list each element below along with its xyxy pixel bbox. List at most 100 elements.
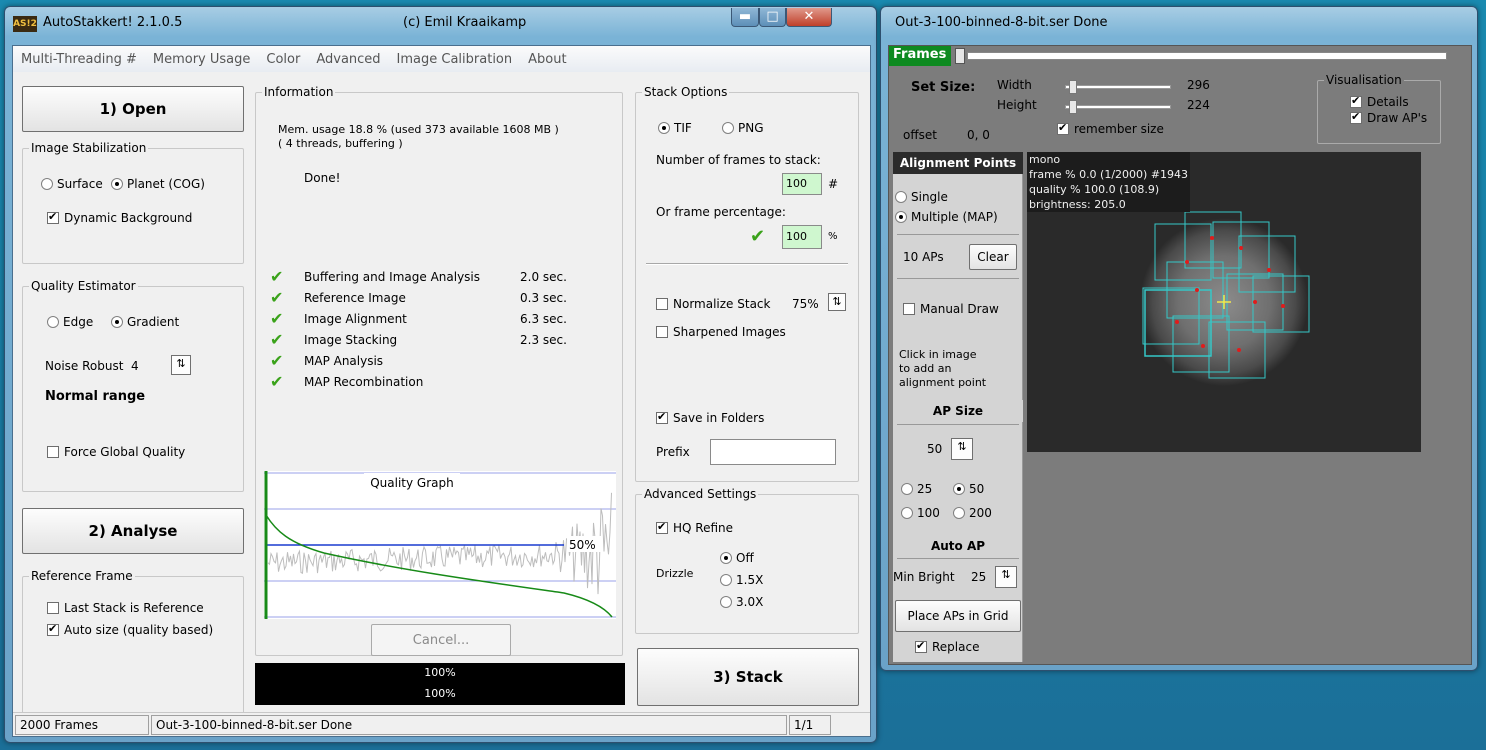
normalize-spinner-icon[interactable]: ⇅ xyxy=(828,293,846,311)
done-text: Done! xyxy=(304,171,341,185)
viewer-window: Out-3-100-binned-8-bit.ser Done Frames S… xyxy=(880,6,1478,671)
close-button[interactable]: ✕ xyxy=(786,8,832,27)
stack-button[interactable]: 3) Stack xyxy=(637,648,859,706)
information-label: Information xyxy=(262,85,336,99)
step-label: Buffering and Image Analysis xyxy=(304,270,481,284)
size-25-label: 25 xyxy=(917,482,933,496)
frame-image[interactable]: mono frame % 0.0 (1/2000) #1943 quality … xyxy=(1027,152,1421,452)
hq-refine-checkbox[interactable]: HQ Refine xyxy=(656,520,733,535)
save-folders-checkbox[interactable]: Save in Folders xyxy=(656,410,764,425)
memory-usage-text: Mem. usage 18.8 % (used 373 available 16… xyxy=(278,123,559,136)
progress-bottom: 100% xyxy=(424,687,456,700)
gradient-radio[interactable]: Gradient xyxy=(111,315,179,329)
normalize-checkbox[interactable]: Normalize Stack xyxy=(656,297,770,311)
noise-robust-label: Noise Robust xyxy=(45,359,124,373)
surface-label: Surface xyxy=(57,177,103,191)
normalize-label: Normalize Stack xyxy=(673,297,771,311)
frames-input[interactable]: 100 xyxy=(782,173,822,195)
checkbox-checked-icon xyxy=(47,210,59,224)
checkbox-checked-icon xyxy=(47,622,59,636)
prefix-input[interactable] xyxy=(710,439,836,465)
last-stack-checkbox[interactable]: Last Stack is Reference xyxy=(47,601,204,615)
step-time: 2.3 sec. xyxy=(520,333,567,347)
status-page: 1/1 xyxy=(789,715,831,735)
remember-size-checkbox[interactable]: remember size xyxy=(1057,121,1164,136)
width-slider[interactable] xyxy=(1065,85,1171,89)
frame-slider-track[interactable] xyxy=(967,52,1447,60)
menu-image-calibration[interactable]: Image Calibration xyxy=(397,52,513,67)
overlay-frame: frame % 0.0 (1/2000) #1943 xyxy=(1029,168,1189,181)
surface-radio[interactable]: Surface xyxy=(41,177,103,191)
progress-top: 100% xyxy=(424,666,456,679)
set-size-label: Set Size: xyxy=(911,80,976,95)
tif-label: TIF xyxy=(674,121,692,135)
overlay-mode: mono xyxy=(1029,153,1061,166)
maximize-button[interactable]: □ xyxy=(759,8,786,27)
menu-advanced[interactable]: Advanced xyxy=(316,52,380,67)
planet-radio[interactable]: Planet (COG) xyxy=(111,177,205,191)
multiple-radio[interactable]: Multiple (MAP) xyxy=(895,210,998,224)
size-25-radio[interactable]: 25 xyxy=(901,482,932,496)
step-label: Image Alignment xyxy=(304,312,407,326)
drizzle-30-label: 3.0X xyxy=(736,595,764,609)
place-aps-label: Place APs in Grid xyxy=(907,609,1009,623)
details-checkbox[interactable]: Details xyxy=(1350,94,1409,109)
menu-memory-usage[interactable]: Memory Usage xyxy=(153,52,251,67)
clear-button[interactable]: Clear xyxy=(969,244,1017,270)
size-100-radio[interactable]: 100 xyxy=(901,506,940,520)
size-50-label: 50 xyxy=(969,482,985,496)
png-radio[interactable]: PNG xyxy=(722,121,764,135)
drizzle-off-radio[interactable]: Off xyxy=(720,551,754,565)
sharpened-checkbox[interactable]: Sharpened Images xyxy=(656,325,786,339)
menu-multithreading[interactable]: Multi-Threading # xyxy=(21,52,137,67)
stack-button-label: 3) Stack xyxy=(713,668,783,686)
drizzle-off-label: Off xyxy=(736,551,754,565)
offset-label: offset xyxy=(903,128,937,142)
details-label: Details xyxy=(1367,95,1409,109)
dynamic-background-checkbox[interactable]: Dynamic Background xyxy=(47,210,192,225)
manual-draw-checkbox[interactable]: Manual Draw xyxy=(903,302,999,316)
single-radio[interactable]: Single xyxy=(895,190,948,204)
radio-selected-icon xyxy=(658,122,670,134)
min-bright-spinner-icon[interactable]: ⇅ xyxy=(995,566,1017,588)
menu-about[interactable]: About xyxy=(528,52,566,67)
drizzle-15-radio[interactable]: 1.5X xyxy=(720,573,763,587)
drizzle-30-radio[interactable]: 3.0X xyxy=(720,595,763,609)
step-label: Image Stacking xyxy=(304,333,398,347)
manual-draw-label: Manual Draw xyxy=(920,302,999,316)
place-aps-button[interactable]: Place APs in Grid xyxy=(895,600,1021,632)
checkbox-icon xyxy=(903,303,915,315)
minimize-button[interactable]: ▬ xyxy=(731,8,759,27)
normalize-value: 75% xyxy=(792,297,819,311)
height-slider[interactable] xyxy=(1065,105,1171,109)
radio-icon xyxy=(41,178,53,190)
noise-spinner-icon[interactable]: ⇅ xyxy=(171,355,191,375)
percentage-input[interactable]: 100 xyxy=(782,225,822,249)
force-global-checkbox[interactable]: Force Global Quality xyxy=(47,445,185,459)
replace-checkbox[interactable]: Replace xyxy=(915,639,979,654)
checkbox-checked-icon xyxy=(656,520,668,534)
checkbox-checked-icon xyxy=(1057,121,1069,135)
check-icon: ✔ xyxy=(270,309,284,328)
step-label: MAP Analysis xyxy=(304,354,384,368)
size-200-label: 200 xyxy=(969,506,992,520)
checkbox-icon xyxy=(47,446,59,458)
tif-radio[interactable]: TIF xyxy=(658,121,692,135)
width-slider-knob[interactable] xyxy=(1069,80,1077,94)
edge-radio[interactable]: Edge xyxy=(47,315,93,329)
percentage-label: Or frame percentage: xyxy=(656,205,786,219)
open-button[interactable]: 1) Open xyxy=(22,86,244,132)
auto-size-checkbox[interactable]: Auto size (quality based) xyxy=(47,622,213,637)
alignment-points-header: Alignment Points xyxy=(893,152,1023,174)
size-200-radio[interactable]: 200 xyxy=(953,506,992,520)
check-icon: ✔ xyxy=(270,267,284,286)
step-row: ✔ xyxy=(270,332,283,348)
menu-color[interactable]: Color xyxy=(266,52,300,67)
analyse-button[interactable]: 2) Analyse xyxy=(22,508,244,554)
draw-aps-checkbox[interactable]: Draw AP's xyxy=(1350,110,1427,125)
frame-slider-knob[interactable] xyxy=(955,48,965,64)
cancel-button[interactable]: Cancel... xyxy=(371,624,511,656)
height-slider-knob[interactable] xyxy=(1069,100,1077,114)
size-50-radio[interactable]: 50 xyxy=(953,482,984,496)
ap-size-spinner-icon[interactable]: ⇅ xyxy=(951,438,973,460)
